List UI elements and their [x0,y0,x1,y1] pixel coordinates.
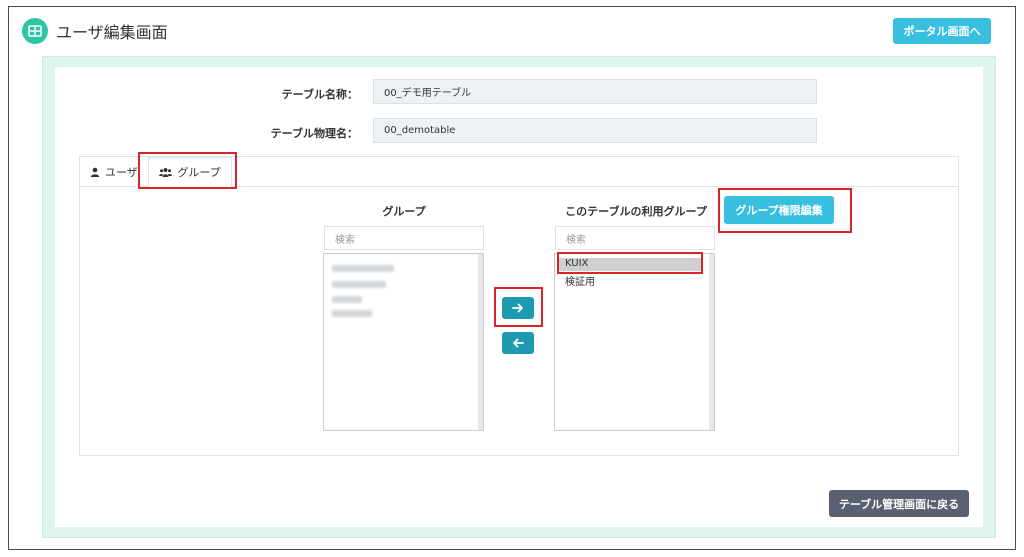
table-name-label: テーブル名称： [281,88,358,101]
page-title: ユーザ編集画面 [56,23,168,42]
portal-button[interactable]: ポータル画面へ [893,18,991,44]
highlight-group-tab [138,152,237,189]
arrow-left-icon [513,338,524,348]
highlight-move-right [494,287,543,327]
back-to-table-management-button[interactable]: テーブル管理画面に戻る [829,490,969,517]
tab-user[interactable]: ユーザ [90,157,138,186]
left-list-title: グループ [382,205,426,218]
list-item[interactable] [332,265,394,272]
left-list-scrollbar[interactable] [478,254,483,430]
tab-user-label: ユーザ [105,165,138,179]
list-item[interactable] [332,310,372,317]
highlight-kuix-item [557,252,703,274]
list-item[interactable] [332,296,362,303]
header: ユーザ編集画面 [22,18,168,44]
move-left-button[interactable] [502,332,534,354]
left-group-list[interactable] [323,253,484,431]
table-name-field: 00_デモ用テーブル [373,79,817,104]
right-search-input[interactable]: 検索 [555,226,715,250]
highlight-edit-permissions [718,188,852,233]
list-item-verification[interactable]: 検証用 [565,273,595,288]
user-icon [90,167,100,177]
right-group-list[interactable]: KUIX 検証用 [554,253,715,431]
table-app-icon [22,18,48,44]
right-list-title: このテーブルの利用グループ [565,205,707,218]
right-list-scrollbar[interactable] [709,254,714,430]
physical-name-field: 00_demotable [373,118,817,143]
physical-name-label: テーブル物理名： [270,127,358,140]
left-search-input[interactable]: 検索 [324,226,484,250]
list-item[interactable] [332,281,386,288]
